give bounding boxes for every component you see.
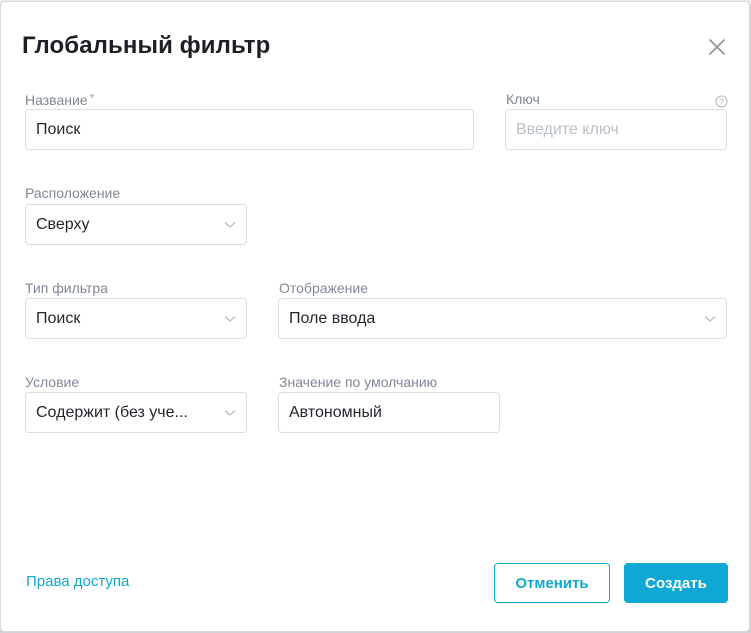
default-value-field[interactable] (278, 392, 500, 433)
key-field[interactable] (505, 109, 727, 150)
name-field[interactable] (25, 109, 474, 150)
filter-type-label: Тип фильтра (25, 280, 108, 296)
location-value: Сверху (36, 215, 90, 233)
filter-type-select[interactable]: Поиск (25, 298, 247, 339)
create-button[interactable]: Создать (624, 563, 728, 603)
name-label: Название * (25, 91, 94, 108)
location-label: Расположение (25, 185, 121, 201)
condition-value: Содержит (без уче... (36, 403, 188, 421)
condition-select[interactable]: Содержит (без уче... (25, 392, 247, 433)
svg-text:?: ? (719, 96, 724, 106)
key-label: Ключ (506, 91, 540, 107)
location-select[interactable]: Сверху (25, 204, 247, 245)
default-value-label: Значение по умолчанию (279, 374, 438, 390)
display-select[interactable]: Поле ввода (278, 298, 727, 339)
access-rights-link[interactable]: Права доступа (26, 573, 129, 590)
cancel-button[interactable]: Отменить (494, 563, 610, 603)
condition-label: Условие (25, 374, 80, 390)
key-input[interactable] (516, 120, 716, 139)
required-mark: * (89, 91, 95, 105)
filter-type-value: Поиск (36, 309, 81, 327)
name-input[interactable] (36, 120, 463, 139)
global-filter-dialog: Глобальный фильтр Название* Ключ ? Распо… (1, 2, 749, 631)
close-button[interactable] (705, 35, 729, 59)
chevron-down-icon (224, 409, 236, 416)
display-value: Поле ввода (289, 309, 376, 327)
chevron-down-icon (224, 315, 236, 322)
name-label-text: Название (25, 92, 88, 108)
question-circle-icon[interactable]: ? (715, 95, 728, 108)
chevron-down-icon (704, 315, 716, 322)
dialog-title: Глобальный фильтр (22, 32, 271, 59)
close-icon (709, 39, 725, 55)
default-value-input[interactable] (289, 403, 489, 422)
chevron-down-icon (224, 221, 236, 228)
display-label: Отображение (279, 280, 369, 296)
